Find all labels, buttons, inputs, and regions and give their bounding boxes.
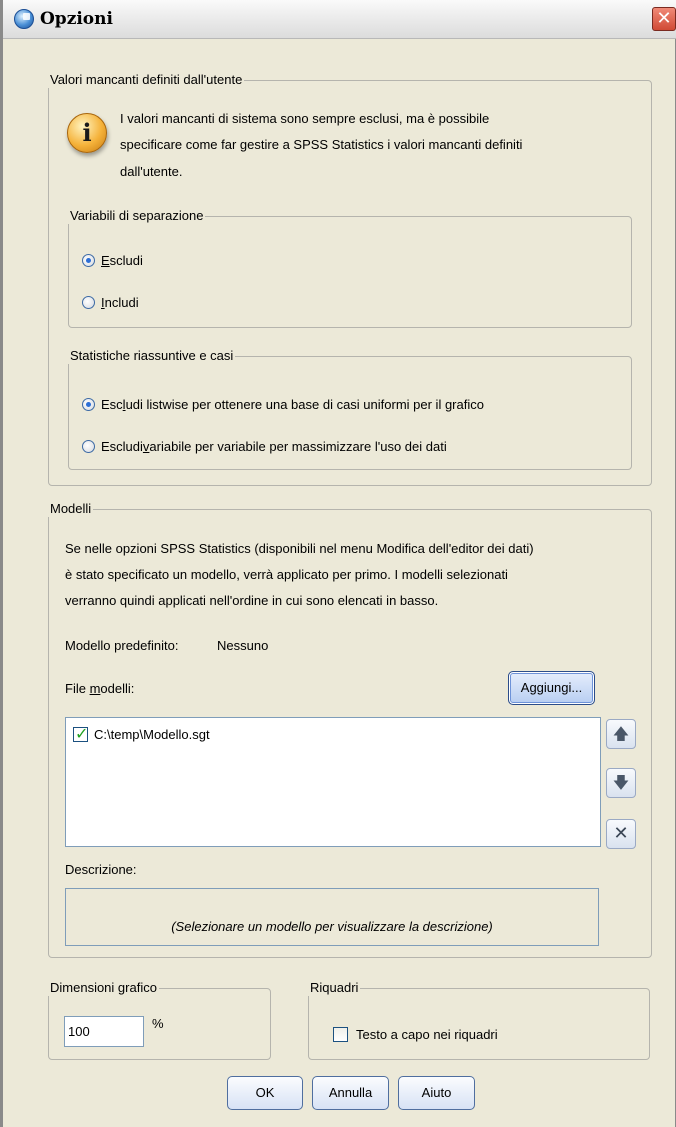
chart-size-legend: Dimensioni grafico	[47, 980, 159, 996]
default-template-value: Nessuno	[217, 638, 269, 653]
variable-label-post: ariabile per variabile per massimizzare …	[149, 438, 447, 454]
arrow-down-icon[interactable]: 🡇	[606, 768, 636, 798]
wrap-text-checkbox-row[interactable]: Testo a capo nei riquadri	[333, 1027, 498, 1042]
dialog-title: Opzioni	[40, 9, 113, 29]
cancel-button[interactable]: Annulla	[312, 1076, 389, 1110]
summary-statistics-legend: Statistiche riassuntive e casi	[67, 348, 236, 364]
template-file-path: C:\temp\Modello.sgt	[94, 727, 210, 742]
info-text-line-2: specificare come far gestire a SPSS Stat…	[120, 137, 523, 152]
wrap-text-label: Testo a capo nei riquadri	[356, 1027, 498, 1042]
list-item[interactable]: C:\temp\Modello.sgt	[73, 724, 210, 743]
chart-size-unit: %	[152, 1016, 164, 1031]
template-files-list[interactable]: C:\temp\Modello.sgt	[65, 717, 601, 847]
radio-exclude-variable[interactable]: Escludi v ariabile per variabile per mass…	[82, 436, 447, 456]
ok-button[interactable]: OK	[227, 1076, 303, 1110]
panels-legend: Riquadri	[307, 980, 361, 996]
templates-description-line-2: è stato specificato un modello, verrà ap…	[65, 567, 508, 582]
radio-include-label: ncludi	[104, 294, 139, 310]
template-description-box: (Selezionare un modello per visualizzare…	[65, 888, 599, 946]
close-icon[interactable]: ✕	[652, 7, 676, 31]
wrap-text-checkbox[interactable]	[333, 1027, 348, 1042]
variable-label-pre: Escludi	[101, 438, 143, 454]
template-files-label: File modelli:	[65, 676, 134, 702]
info-icon: i	[67, 113, 107, 153]
split-variables-legend: Variabili di separazione	[67, 208, 206, 224]
spss-app-icon	[14, 9, 34, 29]
template-files-label-pre: File	[65, 681, 90, 696]
radio-exclude-split[interactable]: Escludi	[82, 250, 143, 270]
radio-button-variable[interactable]	[82, 439, 95, 453]
templates-legend: Modelli	[47, 501, 94, 517]
template-file-checkbox[interactable]	[73, 724, 88, 743]
options-dialog: Opzioni ✕ Valori mancanti definiti dall'…	[0, 0, 676, 1127]
add-template-button[interactable]: Aggiungi...	[508, 671, 595, 705]
radio-exclude-label: scludi	[109, 252, 143, 268]
template-files-label-mnemonic: m	[89, 681, 101, 696]
radio-include-split[interactable]: Includi	[82, 292, 139, 312]
info-text-line-1: I valori mancanti di sistema sono sempre…	[120, 111, 490, 126]
radio-exclude-listwise[interactable]: Esc l udi listwise per ottenere una base d…	[82, 394, 484, 414]
radio-button-listwise[interactable]	[82, 397, 95, 411]
info-text-line-3: dall'utente.	[120, 164, 183, 179]
chart-size-input[interactable]	[64, 1016, 144, 1047]
description-placeholder: (Selezionare un modello per visualizzare…	[171, 919, 493, 934]
description-label: Descrizione:	[65, 862, 137, 877]
delete-x-icon[interactable]: ✕	[606, 819, 636, 849]
missing-values-legend: Valori mancanti definiti dall'utente	[47, 72, 245, 88]
templates-description-line-3: verranno quindi applicati nell'ordine in…	[65, 593, 439, 608]
panels-group: Riquadri	[307, 980, 650, 1060]
title-bar: Opzioni ✕	[3, 0, 676, 39]
split-variables-group: Variabili di separazione	[67, 208, 632, 328]
radio-button-include[interactable]	[82, 295, 95, 309]
arrow-up-icon[interactable]: 🡅	[606, 719, 636, 749]
radio-button-exclude[interactable]	[82, 253, 95, 267]
radio-exclude-mnemonic: E	[101, 252, 110, 268]
help-button[interactable]: Aiuto	[398, 1076, 475, 1110]
template-files-label-post: odelli:	[100, 681, 135, 696]
default-template-label: Modello predefinito:	[65, 638, 179, 653]
listwise-label-pre: Esc	[101, 396, 123, 412]
templates-description-line-1: Se nelle opzioni SPSS Statistics (dispon…	[65, 541, 534, 556]
listwise-label-post: udi listwise per ottenere una base di ca…	[125, 396, 484, 412]
